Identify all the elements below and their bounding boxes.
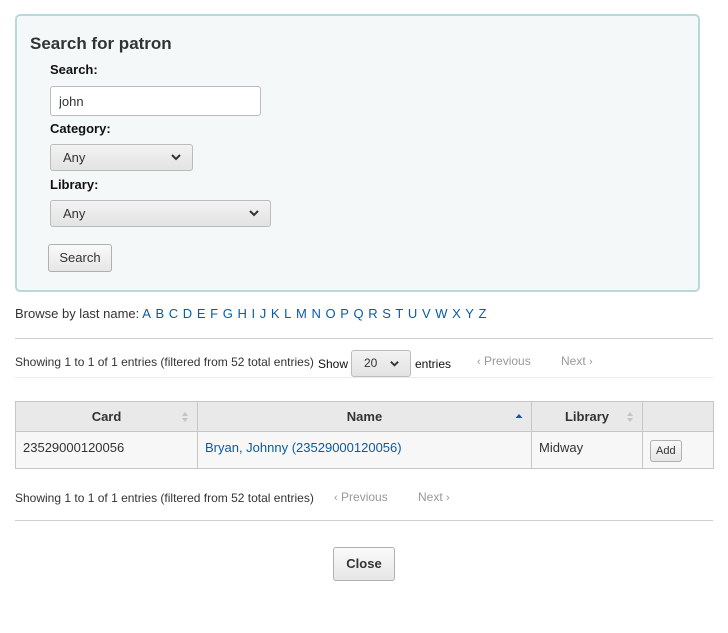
next-label: Next	[418, 490, 443, 504]
letter-link-j[interactable]: J	[260, 306, 267, 321]
column-label: Name	[346, 409, 383, 424]
previous-label: Previous	[341, 490, 388, 504]
letter-link-a[interactable]: A	[142, 306, 151, 321]
column-header-card[interactable]: Card	[15, 401, 198, 432]
entries-label: entries	[415, 357, 452, 371]
table-info-top: Showing 1 to 1 of 1 entries (filtered fr…	[15, 355, 314, 369]
letter-link-t[interactable]: T	[395, 306, 403, 321]
page-length-value: 20	[364, 356, 378, 370]
letter-link-o[interactable]: O	[325, 306, 335, 321]
letter-link-e[interactable]: E	[197, 306, 206, 321]
chevron-left-icon: ‹	[477, 356, 481, 368]
column-header-action	[642, 401, 714, 432]
letter-link-n[interactable]: N	[311, 306, 320, 321]
letter-link-q[interactable]: Q	[354, 306, 364, 321]
category-select[interactable]: Any	[50, 144, 193, 171]
divider	[15, 338, 713, 339]
table-info-bottom: Showing 1 to 1 of 1 entries (filtered fr…	[15, 491, 314, 505]
chevron-down-icon	[390, 361, 399, 367]
sort-both-icon	[627, 412, 633, 422]
letter-link-c[interactable]: C	[169, 306, 178, 321]
search-patron-panel: Search for patron Search: Category: Any …	[15, 14, 700, 292]
column-label: Card	[91, 409, 122, 424]
patron-name-link[interactable]: Bryan, Johnny (23529000120056)	[205, 440, 402, 455]
letter-link-x[interactable]: X	[452, 306, 461, 321]
letter-link-b[interactable]: B	[155, 306, 164, 321]
sort-ascending-icon	[515, 414, 523, 418]
chevron-right-icon: ›	[446, 492, 450, 504]
divider	[15, 520, 713, 521]
letter-link-p[interactable]: P	[340, 306, 349, 321]
next-button-bottom[interactable]: Next ›	[418, 490, 450, 504]
chevron-right-icon: ›	[589, 356, 593, 368]
letter-links: A B C D E F G H I J K L M N O P Q R S T …	[142, 306, 487, 321]
letter-link-v[interactable]: V	[422, 306, 431, 321]
letter-link-s[interactable]: S	[382, 306, 391, 321]
column-header-name[interactable]: Name	[197, 401, 532, 432]
next-label: Next	[561, 354, 586, 368]
column-header-library[interactable]: Library	[531, 401, 643, 432]
divider	[15, 377, 713, 378]
letter-link-m[interactable]: M	[296, 306, 307, 321]
letter-link-w[interactable]: W	[435, 306, 447, 321]
letter-link-l[interactable]: L	[284, 306, 291, 321]
letter-link-y[interactable]: Y	[465, 306, 474, 321]
card-cell: 23529000120056	[15, 431, 198, 469]
letter-link-f[interactable]: F	[210, 306, 218, 321]
previous-button-top[interactable]: ‹ Previous	[477, 354, 531, 368]
action-cell: Add	[642, 431, 714, 469]
search-input[interactable]	[50, 86, 261, 116]
browse-label: Browse by last name:	[15, 306, 140, 321]
name-cell: Bryan, Johnny (23529000120056)	[197, 431, 532, 469]
letter-link-k[interactable]: K	[271, 306, 280, 321]
letter-link-i[interactable]: I	[251, 306, 255, 321]
table-row: 23529000120056 Bryan, Johnny (2352900012…	[15, 431, 714, 469]
chevron-down-icon	[249, 210, 259, 217]
letter-link-r[interactable]: R	[368, 306, 377, 321]
letter-link-u[interactable]: U	[408, 306, 417, 321]
add-patron-button[interactable]: Add	[650, 440, 682, 462]
chevron-left-icon: ‹	[334, 492, 338, 504]
search-label: Search:	[50, 62, 98, 77]
letter-link-g[interactable]: G	[223, 306, 233, 321]
browse-by-last-name: Browse by last name: A B C D E F G H I J…	[15, 306, 487, 321]
panel-title: Search for patron	[30, 34, 172, 53]
column-label: Library	[564, 409, 610, 424]
chevron-down-icon	[171, 154, 181, 161]
library-cell: Midway	[531, 431, 643, 469]
next-button-top[interactable]: Next ›	[561, 354, 593, 368]
table-header-row: Card Name Library	[15, 401, 714, 432]
sort-both-icon	[182, 412, 188, 422]
close-button[interactable]: Close	[333, 547, 395, 581]
previous-label: Previous	[484, 354, 531, 368]
category-label: Category:	[50, 121, 111, 136]
library-selected-value: Any	[63, 206, 86, 221]
category-selected-value: Any	[63, 150, 86, 165]
page-length-select[interactable]: 20	[351, 350, 411, 377]
letter-link-h[interactable]: H	[237, 306, 246, 321]
previous-button-bottom[interactable]: ‹ Previous	[334, 490, 388, 504]
letter-link-z[interactable]: Z	[479, 306, 487, 321]
show-label: Show	[318, 357, 349, 371]
library-label: Library:	[50, 177, 99, 192]
search-button[interactable]: Search	[48, 244, 112, 272]
letter-link-d[interactable]: D	[183, 306, 192, 321]
library-select[interactable]: Any	[50, 200, 271, 227]
patron-results-table: Card Name Library 23529000120056 Bryan, …	[15, 401, 714, 469]
